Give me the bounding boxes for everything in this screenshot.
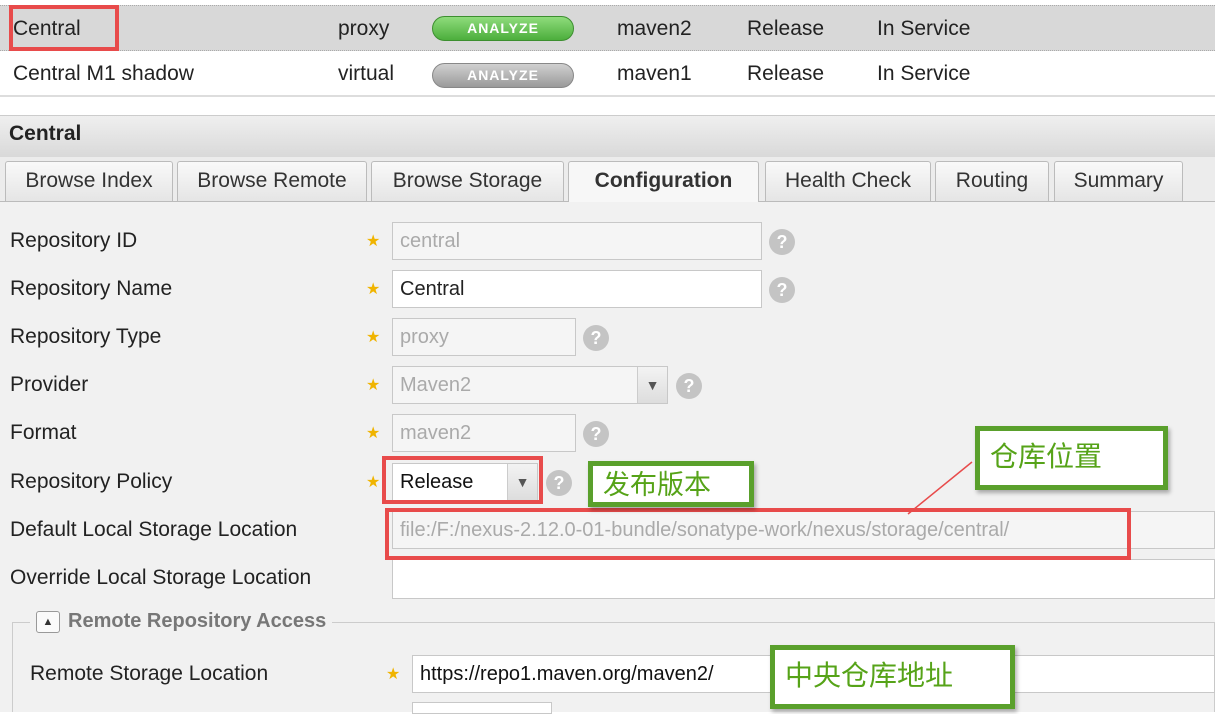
annotation-location: 仓库位置 bbox=[975, 426, 1168, 490]
annotation-remote: 中央仓库地址 bbox=[770, 645, 1015, 709]
annotation-policy: 发布版本 bbox=[588, 461, 754, 507]
annotation-connector bbox=[907, 461, 973, 515]
